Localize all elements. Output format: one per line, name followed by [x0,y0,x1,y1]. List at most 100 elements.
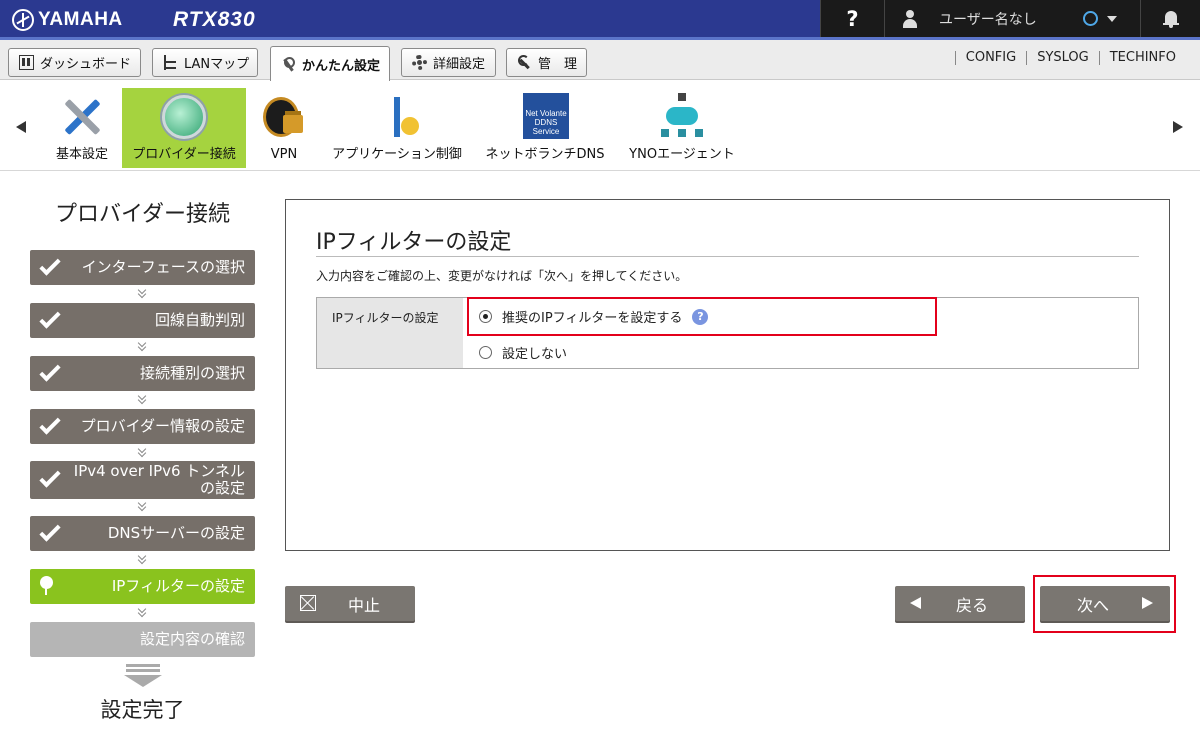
bell-icon [1162,10,1179,28]
network-cloud-icon [658,93,706,141]
current-step-pin-icon [40,576,53,595]
brand-logo: YAMAHA [12,7,123,33]
step-separator-icon [137,607,147,617]
toolbar-item-basic-settings[interactable]: 基本設定 [46,88,118,168]
settings-panel: IPフィルターの設定 入力内容をご確認の上、変更がなければ「次へ」を押してくださ… [285,199,1170,551]
tab-management[interactable]: 管 理 [506,48,587,77]
toolbar-item-label: ネットボランチDNS [485,147,605,162]
toolbar-item-label: YNOエージェント [629,147,735,162]
step-separator-icon [137,501,147,511]
toolbar-item-application-control[interactable]: アプリケーション制御 [328,88,466,168]
tab-advanced-settings[interactable]: 詳細設定 [401,48,496,77]
wizard-title: プロバイダー接続 [54,202,231,227]
step-label-line1: IPv4 over IPv6 トンネル [73,462,245,480]
toolbar-item-yno-agent[interactable]: YNOエージェント [622,88,742,168]
step-separator-icon [137,341,147,351]
step-label: IPフィルターの設定 [111,577,245,595]
config-link[interactable]: CONFIG [954,51,1026,65]
wizard-step-ip-filter: IPフィルターの設定 [30,569,255,604]
toolbar-item-label: アプリケーション制御 [332,147,462,162]
divider [316,256,1139,257]
model-name: RTX830 [173,8,256,31]
step-label: 回線自動判別 [154,311,245,329]
status-circle-icon [1083,11,1098,26]
toolbar-item-label: 基本設定 [55,147,108,162]
step-label: 接続種別の選択 [139,364,245,382]
wizard-step-interface: インターフェースの選択 [30,250,255,285]
radio-button[interactable] [479,346,492,359]
globe-icon [162,95,206,139]
wrench-icon [517,55,532,70]
step-label: インターフェースの選択 [81,258,245,276]
highlight-box-next [1033,575,1176,633]
tab-dashboard[interactable]: ダッシュボード [8,48,141,77]
field-label: IPフィルターの設定 [317,298,463,368]
tab-easy-setup[interactable]: かんたん設定 [270,46,390,82]
button-label: 中止 [347,595,380,615]
tab-label: ダッシュボード [40,57,132,72]
tools-icon [58,93,106,141]
toolbar-item-label: VPN [270,147,298,162]
option-no-filter[interactable]: 設定しない [479,343,567,362]
ddns-icon: Net Volante DDNS Service [523,93,569,139]
toolbar-item-label: プロバイダー接続 [132,147,236,162]
check-icon [39,519,61,542]
wizard-step-connection-type: 接続種別の選択 [30,356,255,391]
tab-label: 管 理 [538,57,578,72]
padlock-icon [259,93,307,141]
step-label-line2: の設定 [199,479,245,497]
wizard-step-line-detection: 回線自動判別 [30,303,255,338]
button-label: 戻る [955,595,988,615]
wizard-wand-icon [281,57,296,72]
tab-label: LANマップ [184,57,250,72]
user-name: ユーザー名なし [939,11,1037,28]
toolbar-item-vpn[interactable]: VPN [256,88,312,168]
check-icon [39,466,61,488]
wizard-step-ipv4-over-ipv6: IPv4 over IPv6 トンネル の設定 [30,461,255,499]
cancel-button[interactable]: 中止 [285,586,415,621]
toolbar-item-netvolante-dns[interactable]: Net Volante DDNS Service ネットボランチDNS [480,88,610,168]
feature-toolbar: 基本設定 プロバイダー接続 VPN アプリケーション制御 Net Volante… [0,81,1200,171]
step-separator-icon [137,288,147,298]
highlight-box-option [467,297,937,336]
wizard-step-confirm: 設定内容の確認 [30,622,255,657]
techinfo-link[interactable]: TECHINFO [1098,51,1186,65]
panel-title: IPフィルターの設定 [316,230,512,255]
wizard-final-label: 設定完了 [100,698,185,722]
help-button[interactable]: ? [820,0,884,37]
app-control-icon [373,93,421,141]
main-tab-bar: ダッシュボード LANマップ かんたん設定 詳細設定 管 理 CONFIG SY… [0,40,1200,82]
step-label: プロバイダー情報の設定 [80,417,245,435]
syslog-link[interactable]: SYSLOG [1026,51,1099,65]
step-separator-icon [137,554,147,564]
gear-icon [412,55,427,70]
tab-label: 詳細設定 [433,57,486,72]
toolbar-item-provider-connection[interactable]: プロバイダー接続 [122,88,246,168]
step-separator-icon [137,394,147,404]
tab-lan-map[interactable]: LANマップ [152,48,258,77]
help-icon: ? [846,6,859,31]
step-label: 設定内容の確認 [139,630,245,648]
lan-map-icon [163,55,178,70]
yamaha-tuning-fork-icon [12,9,34,31]
dashboard-icon [19,55,34,70]
scroll-right-arrow-icon[interactable] [1173,121,1183,133]
back-button[interactable]: 戻る [895,586,1025,621]
user-icon [903,9,917,28]
user-menu[interactable]: ユーザー名なし [884,0,1140,37]
check-icon [39,359,61,382]
option-label: 設定しない [502,347,568,362]
step-label: DNSサーバーの設定 [107,524,245,542]
step-separator-icon [137,447,147,457]
wizard-step-provider-info: プロバイダー情報の設定 [30,409,255,444]
wizard-step-dns-server: DNSサーバーの設定 [30,516,255,551]
scroll-left-arrow-icon[interactable] [16,121,26,133]
check-icon [39,306,61,329]
step-label: IPv4 over IPv6 トンネル の設定 [74,463,245,497]
tab-label: かんたん設定 [302,59,381,74]
check-icon [39,412,61,435]
down-arrow-icon [124,664,162,688]
header-links: CONFIG SYSLOG TECHINFO [954,51,1186,65]
notifications-button[interactable] [1140,0,1200,37]
check-icon [39,253,61,276]
